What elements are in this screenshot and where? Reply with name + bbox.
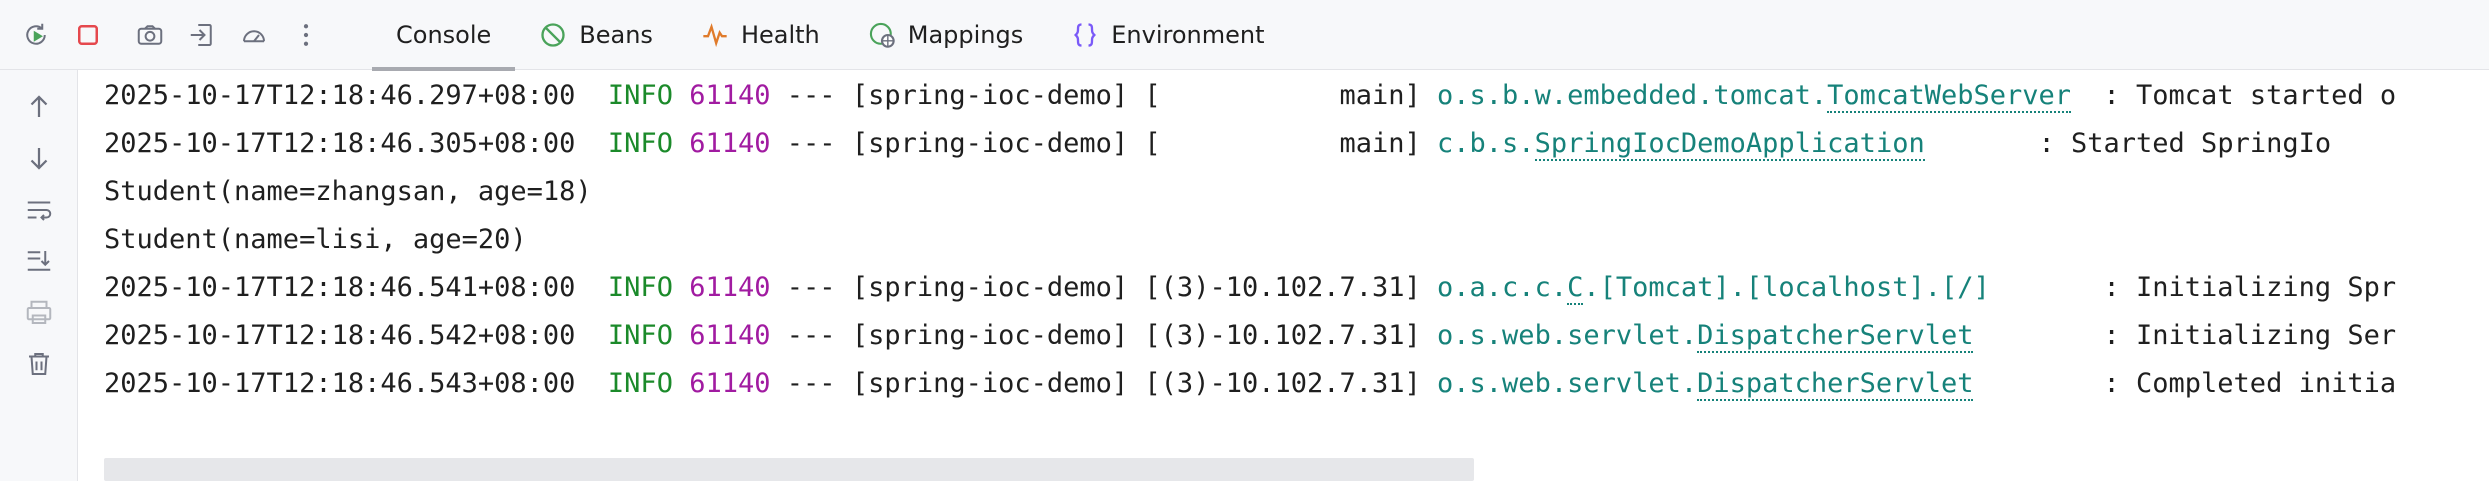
log-logger-package: o.s.web.servlet. [1437, 320, 1698, 351]
log-message: : Completed initia [1973, 368, 2397, 399]
console-sidebar [0, 70, 78, 481]
tab-health[interactable]: Health [677, 0, 844, 70]
log-logger-package: o.a.c.c. [1437, 272, 1568, 303]
log-timestamp: 2025-10-17T12:18:46.541+08:00 [104, 272, 576, 303]
tab-mappings[interactable]: Mappings [844, 0, 1048, 70]
tab-environment-label: Environment [1111, 20, 1265, 49]
log-line: 2025-10-17T12:18:46.297+08:00 INFO 61140… [104, 72, 2396, 120]
log-timestamp: 2025-10-17T12:18:46.542+08:00 [104, 320, 576, 351]
log-timestamp: 2025-10-17T12:18:46.543+08:00 [104, 368, 576, 399]
trash-icon[interactable] [20, 345, 58, 383]
log-separator: --- [786, 128, 836, 159]
log-logger-package: c.b.s. [1437, 128, 1535, 159]
log-message: : Initializing Ser [1973, 320, 2397, 351]
log-app: [spring-ioc-demo] [851, 80, 1129, 111]
more-icon[interactable] [280, 0, 332, 70]
log-separator: --- [786, 272, 836, 303]
log-app: [spring-ioc-demo] [851, 368, 1129, 399]
log-thread: [ main] [1144, 80, 1421, 111]
log-logger: c.b.s.SpringIocDemoApplication [1437, 128, 1925, 161]
log-plain-text: Student(name=lisi, age=20) [104, 224, 527, 255]
tab-beans[interactable]: Beans [515, 0, 677, 70]
log-message: : Tomcat started o [2071, 80, 2397, 111]
log-logger-class-link[interactable]: DispatcherServlet [1697, 368, 1974, 401]
log-level: INFO [607, 320, 673, 351]
soft-wrap-icon[interactable] [20, 191, 58, 229]
tab-mappings-label: Mappings [907, 20, 1024, 49]
camera-icon[interactable] [124, 0, 176, 70]
console-toolbar: Console Beans Health Mappings Environmen… [0, 0, 2489, 71]
log-pid: 61140 [689, 368, 771, 399]
log-separator: --- [786, 368, 836, 399]
log-timestamp: 2025-10-17T12:18:46.305+08:00 [104, 128, 576, 159]
log-message: : Initializing Spr [1989, 272, 2397, 303]
log-pid: 61140 [689, 80, 771, 111]
log-line: 2025-10-17T12:18:46.541+08:00 INFO 61140… [104, 264, 2396, 312]
log-logger-package: o.s.web.servlet. [1437, 368, 1698, 399]
gauge-icon[interactable] [228, 0, 280, 70]
log-thread: [(3)-10.102.7.31] [1144, 368, 1421, 399]
arrow-up-icon[interactable] [20, 88, 58, 126]
log-message: : Started SpringIo [1924, 128, 2332, 159]
log-level: INFO [607, 128, 673, 159]
tab-health-label: Health [740, 20, 820, 49]
log-level: INFO [607, 368, 673, 399]
log-separator: --- [786, 320, 836, 351]
stop-icon[interactable] [62, 0, 114, 70]
horizontal-scrollbar[interactable] [104, 458, 1474, 481]
log-thread: [(3)-10.102.7.31] [1144, 272, 1421, 303]
scroll-to-end-icon[interactable] [20, 242, 58, 280]
log-thread: [ main] [1144, 128, 1421, 159]
tab-console[interactable]: Console [372, 0, 516, 71]
log-logger: o.s.b.w.embedded.tomcat.TomcatWebServer [1437, 80, 2072, 113]
mappings-icon [868, 21, 896, 49]
log-line: Student(name=zhangsan, age=18) [104, 168, 592, 216]
tab-beans-label: Beans [579, 20, 653, 49]
log-logger: o.a.c.c.C.[Tomcat].[localhost].[/] [1437, 272, 1990, 305]
environment-icon [1071, 21, 1099, 49]
log-logger-suffix: .[Tomcat].[localhost].[/] [1583, 272, 1990, 303]
exit-icon[interactable] [176, 0, 228, 70]
log-logger-package: o.s.b.w.embedded.tomcat. [1437, 80, 1828, 111]
log-pid: 61140 [689, 128, 771, 159]
rerun-icon[interactable] [10, 0, 62, 70]
log-line: 2025-10-17T12:18:46.305+08:00 INFO 61140… [104, 120, 2331, 168]
beans-icon [539, 21, 567, 49]
log-logger: o.s.web.servlet.DispatcherServlet [1437, 368, 1974, 401]
log-logger: o.s.web.servlet.DispatcherServlet [1437, 320, 1974, 353]
tab-console-label: Console [396, 20, 492, 49]
log-app: [spring-ioc-demo] [851, 320, 1129, 351]
console-output[interactable]: 2025-10-17T12:18:46.297+08:00 INFO 61140… [78, 70, 2489, 481]
log-line: Student(name=lisi, age=20) [104, 216, 527, 264]
tool-tabs: Console Beans Health Mappings Environmen… [372, 0, 1289, 71]
log-line: 2025-10-17T12:18:46.543+08:00 INFO 61140… [104, 360, 2396, 408]
log-logger-class-link[interactable]: SpringIocDemoApplication [1534, 128, 1925, 161]
log-pid: 61140 [689, 320, 771, 351]
log-level: INFO [607, 272, 673, 303]
log-plain-text: Student(name=zhangsan, age=18) [104, 176, 592, 207]
log-pid: 61140 [689, 272, 771, 303]
tab-environment[interactable]: Environment [1047, 0, 1288, 70]
log-app: [spring-ioc-demo] [851, 272, 1129, 303]
log-thread: [(3)-10.102.7.31] [1144, 320, 1421, 351]
log-level: INFO [607, 80, 673, 111]
log-separator: --- [786, 80, 836, 111]
log-logger-class-link[interactable]: C [1567, 272, 1584, 305]
arrow-down-icon[interactable] [20, 139, 58, 177]
log-logger-class-link[interactable]: TomcatWebServer [1827, 80, 2072, 113]
log-timestamp: 2025-10-17T12:18:46.297+08:00 [104, 80, 576, 111]
log-logger-class-link[interactable]: DispatcherServlet [1697, 320, 1974, 353]
print-icon[interactable] [20, 294, 58, 332]
log-app: [spring-ioc-demo] [851, 128, 1129, 159]
health-icon [701, 21, 729, 49]
log-line: 2025-10-17T12:18:46.542+08:00 INFO 61140… [104, 312, 2396, 360]
